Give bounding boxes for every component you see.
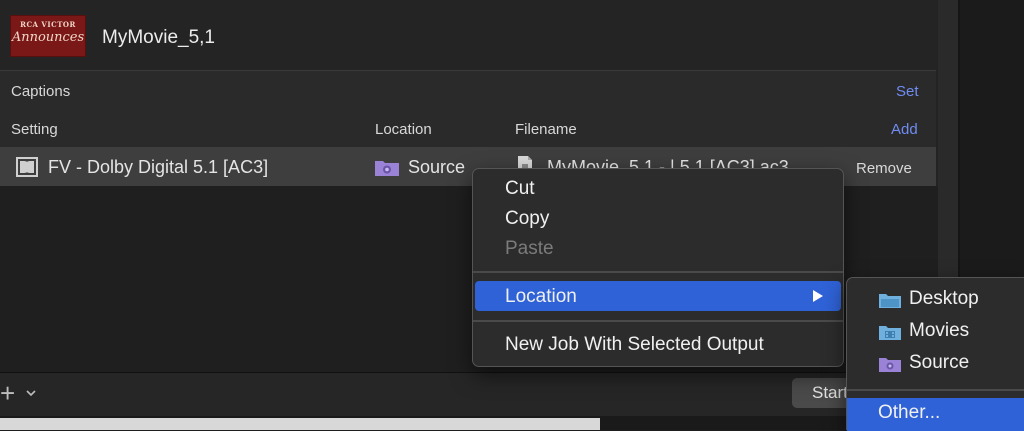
desktop-folder-icon — [879, 294, 901, 308]
add-caption-link[interactable]: Add — [891, 121, 918, 138]
submenu-arrow-icon — [813, 290, 823, 302]
row-setting: FV - Dolby Digital 5.1 [AC3] — [48, 157, 269, 177]
menu-item-cut[interactable]: Cut — [505, 178, 535, 200]
source-folder-icon — [879, 358, 901, 372]
captions-label: Captions — [11, 83, 71, 100]
submenu-item-other-label[interactable]: Other... — [878, 402, 940, 424]
submenu-item-desktop[interactable]: Desktop — [909, 288, 979, 310]
row-location[interactable]: Source — [408, 157, 465, 178]
submenu-item-movies[interactable]: Movies — [909, 320, 969, 342]
movie-thumbnail: RCA VICTOR Announces — [10, 15, 86, 57]
location-submenu: Desktop Movies Source Other... — [846, 277, 1024, 431]
menu-item-new-job[interactable]: New Job With Selected Output — [505, 334, 764, 356]
menu-separator — [473, 271, 843, 273]
submenu-separator — [847, 389, 1024, 391]
start-batch-button[interactable]: Start — [792, 378, 852, 408]
thumbnail-line-1: RCA VICTOR — [20, 20, 76, 29]
source-folder-icon — [375, 161, 399, 176]
movies-folder-icon — [879, 326, 901, 340]
column-header-location[interactable]: Location — [375, 121, 432, 138]
add-output-button[interactable]: + — [0, 380, 15, 406]
set-captions-link[interactable]: Set — [896, 83, 919, 100]
menu-item-location-label[interactable]: Location — [505, 286, 577, 308]
window-footer-light — [0, 418, 600, 430]
menu-item-copy[interactable]: Copy — [505, 208, 549, 230]
dolby-icon — [16, 157, 38, 177]
menu-item-paste: Paste — [505, 238, 554, 259]
thumbnail-line-2: Announces — [11, 30, 85, 45]
column-header-setting[interactable]: Setting — [11, 121, 58, 138]
column-header-filename[interactable]: Filename — [515, 121, 577, 138]
context-menu: Cut Copy Paste Location New Job With Sel… — [472, 168, 844, 367]
chevron-down-icon[interactable] — [25, 387, 37, 399]
job-title: MyMovie_5,1 — [102, 27, 215, 48]
menu-separator — [473, 320, 843, 322]
submenu-item-source[interactable]: Source — [909, 352, 969, 374]
remove-button[interactable]: Remove — [856, 160, 912, 177]
